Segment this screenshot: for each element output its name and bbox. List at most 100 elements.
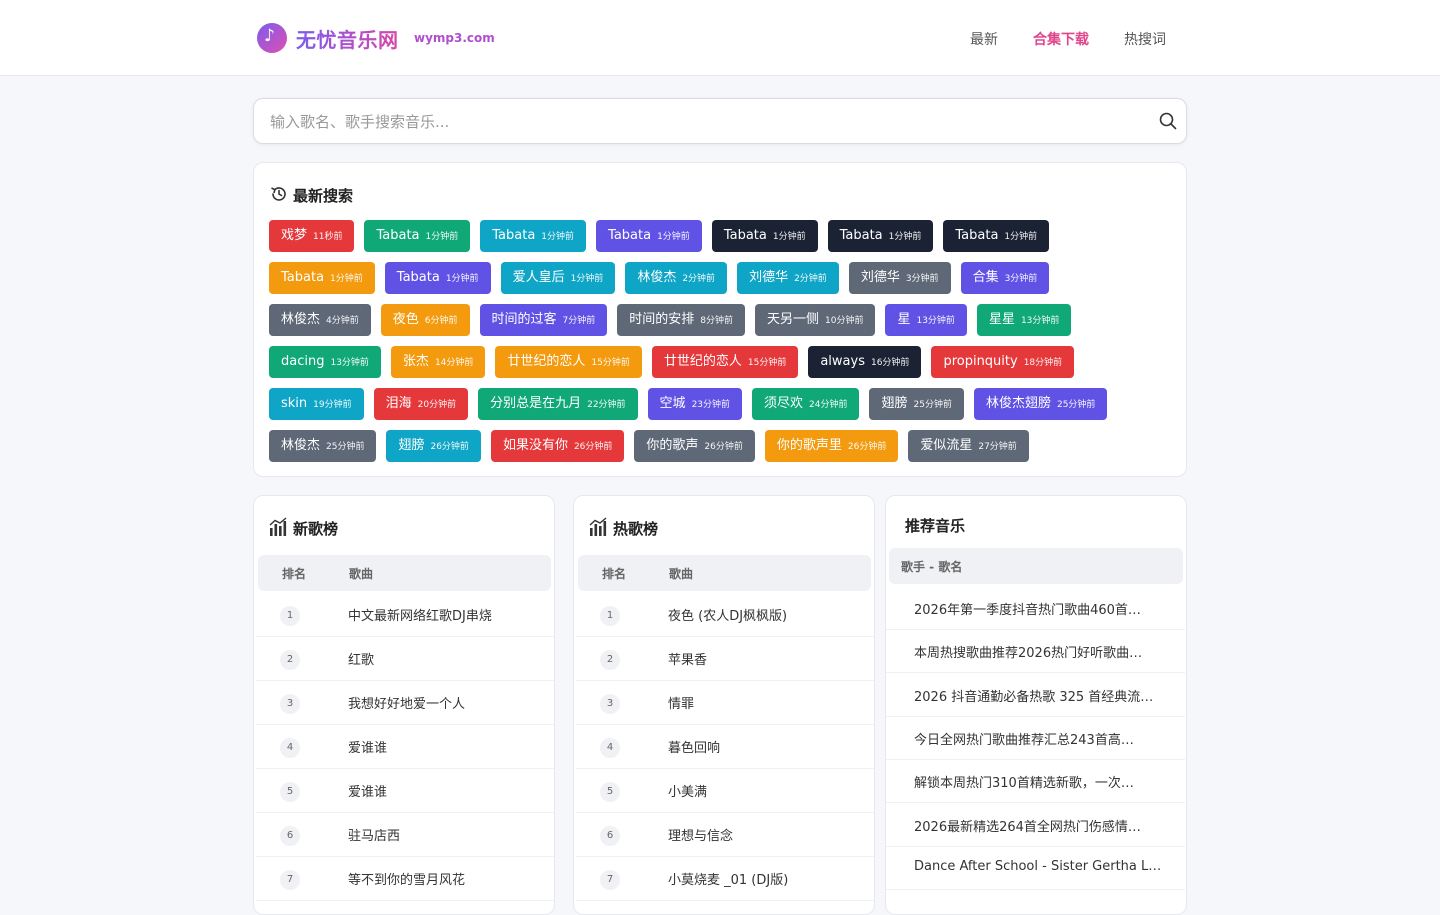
search-tag[interactable]: 张杰 14分钟前 <box>390 346 486 378</box>
tag-row: dacing 13分钟前 张杰 14分钟前 廿世纪的恋人 15分钟前 廿世纪的恋人 15分钟前… <box>269 346 1169 378</box>
search-tag[interactable]: 林俊杰 4分钟前 <box>269 304 371 336</box>
song-title[interactable]: 等不到你的雪月风花 <box>348 869 465 888</box>
chart-row[interactable]: 4 暮色回响 <box>576 725 874 769</box>
recommend-item-title[interactable]: 2026年第一季度抖音热门歌曲460首… <box>914 599 1162 618</box>
search-tag[interactable]: 林俊杰翅膀 25分钟前 <box>973 388 1108 420</box>
song-title[interactable]: 小美满 <box>668 781 707 800</box>
search-tag[interactable]: always 16分钟前 <box>808 346 922 378</box>
chart-row[interactable]: 1 夜色 (农人DJ枫枫版) <box>576 593 874 637</box>
recommend-item-title[interactable]: 本周热搜歌曲推荐2026热门好听歌曲… <box>914 642 1162 661</box>
song-title[interactable]: 理想与信念 <box>668 825 733 844</box>
recommend-item-title[interactable]: 解锁本周热门310首精选新歌，一次… <box>914 772 1162 791</box>
col-rank: 排名 <box>282 567 307 581</box>
search-tag[interactable]: 廿世纪的恋人 15分钟前 <box>651 346 799 378</box>
recommend-item[interactable]: 解锁本周热门310首精选新歌，一次… <box>886 760 1185 804</box>
recommend-item[interactable]: 今日全网热门歌曲推荐汇总243首高… <box>886 717 1185 760</box>
search-tag[interactable]: 如果没有你 26分钟前 <box>490 430 625 462</box>
search-tag[interactable]: Tabata 1分钟前 <box>596 220 702 252</box>
recommend-item[interactable]: 2026最新精选264首全网热门伤感情… <box>886 804 1185 847</box>
chart-row[interactable]: 6 驻马店西 <box>256 813 554 857</box>
search-tag-time: 8分钟前 <box>700 316 733 326</box>
chart-row[interactable]: 2 红歌 <box>256 637 554 681</box>
tag-row: 林俊杰 25分钟前 翅膀 26分钟前 如果没有你 26分钟前 你的歌声 26分钟前 你的歌声里 2… <box>269 430 1169 462</box>
search-tag-time: 26分钟前 <box>430 442 469 452</box>
search-tag[interactable]: 你的歌声里 26分钟前 <box>764 430 899 462</box>
search-tag[interactable]: 翅膀 25分钟前 <box>869 388 964 420</box>
search-tag-text: Tabata <box>723 228 767 243</box>
search-tag-text: Tabata <box>396 270 440 285</box>
search-tag[interactable]: Tabata 1分钟前 <box>384 262 491 294</box>
search-tag[interactable]: 时间的安排 8分钟前 <box>617 304 745 336</box>
search-tag[interactable]: 刘德华 3分钟前 <box>848 262 951 294</box>
song-title[interactable]: 我想好好地爱一个人 <box>348 693 465 712</box>
search-tag[interactable]: 分别总是在九月 22分钟前 <box>478 388 638 420</box>
song-title[interactable]: 情罪 <box>668 693 694 712</box>
song-title[interactable]: 红歌 <box>348 649 374 668</box>
site-name[interactable]: 无忧音乐网 <box>296 24 399 53</box>
chart-row[interactable]: 7 小莫烧麦 _01 (DJ版) <box>576 857 874 901</box>
music-note-icon[interactable]: ♪ <box>257 23 287 53</box>
song-title[interactable]: 暮色回响 <box>668 737 720 756</box>
search-tag[interactable]: 夜色 6分钟前 <box>380 304 470 336</box>
chart-row[interactable]: 5 爱谁谁 <box>256 769 554 813</box>
search-tag-text: dacing <box>281 354 325 369</box>
search-tag[interactable]: Tabata 1分钟前 <box>364 220 471 252</box>
search-tag[interactable]: 林俊杰 2分钟前 <box>625 262 728 294</box>
chart-row[interactable]: 5 小美满 <box>576 769 874 813</box>
search-tag[interactable]: 星星 13分钟前 <box>976 304 1072 336</box>
search-tag[interactable]: 翅膀 26分钟前 <box>386 430 481 462</box>
search-tag[interactable]: 你的歌声 26分钟前 <box>634 430 755 462</box>
search-tag-text: 刘德华 <box>749 270 789 285</box>
search-tag[interactable]: propinquity 18分钟前 <box>931 346 1075 378</box>
search-tag[interactable]: 天另一侧 10分钟前 <box>755 304 876 336</box>
nav-hot-search[interactable]: 热搜词 <box>1124 29 1166 49</box>
search-tag[interactable]: Tabata 1分钟前 <box>827 220 934 252</box>
recommend-item[interactable]: 本周热搜歌曲推荐2026热门好听歌曲… <box>886 630 1185 674</box>
search-tag[interactable]: 爱人皇后 1分钟前 <box>500 262 616 294</box>
search-tag[interactable]: skin 19分钟前 <box>269 388 364 420</box>
search-icon[interactable] <box>1158 111 1178 131</box>
song-title[interactable]: 夜色 (农人DJ枫枫版) <box>668 605 787 624</box>
search-tag[interactable]: 泪海 20分钟前 <box>373 388 469 420</box>
song-title[interactable]: 爱谁谁 <box>348 737 387 756</box>
song-title[interactable]: 爱谁谁 <box>348 781 387 800</box>
song-title[interactable]: 小莫烧麦 _01 (DJ版) <box>668 869 788 888</box>
search-tag-text: 须尽欢 <box>764 396 804 411</box>
recommend-item[interactable]: 2026年第一季度抖音热门歌曲460首… <box>886 587 1185 630</box>
search-tag[interactable]: 须尽欢 24分钟前 <box>752 388 860 420</box>
song-title[interactable]: 苹果香 <box>668 649 707 668</box>
song-title[interactable]: 驻马店西 <box>348 825 400 844</box>
recommend-item[interactable]: Dance After School - Sister Gertha L… <box>886 847 1185 890</box>
song-title[interactable]: 中文最新网络红歌DJ串烧 <box>348 605 492 624</box>
search-tag[interactable]: Tabata 1分钟前 <box>943 220 1050 252</box>
search-tag[interactable]: Tabata 1分钟前 <box>480 220 587 252</box>
nav-collection-download[interactable]: 合集下载 <box>1033 29 1089 49</box>
chart-row[interactable]: 7 等不到你的雪月风花 <box>256 857 554 901</box>
nav-latest[interactable]: 最新 <box>970 29 998 49</box>
search-input[interactable] <box>270 111 1130 133</box>
search-tag[interactable]: 星 13分钟前 <box>885 304 967 336</box>
chart-row[interactable]: 3 情罪 <box>576 681 874 725</box>
chart-row[interactable]: 6 理想与信念 <box>576 813 874 857</box>
search-tag[interactable]: 刘德华 2分钟前 <box>737 262 839 294</box>
search-tag[interactable]: 合集 3分钟前 <box>960 262 1050 294</box>
recommend-item-title[interactable]: 2026 抖音通勤必备热歌 325 首经典流… <box>914 686 1162 705</box>
search-tag[interactable]: 空城 23分钟前 <box>647 388 743 420</box>
chart-row[interactable]: 1 中文最新网络红歌DJ串烧 <box>256 593 554 637</box>
chart-row[interactable]: 4 爱谁谁 <box>256 725 554 769</box>
chart-row[interactable]: 2 苹果香 <box>576 637 874 681</box>
search-tag[interactable]: 廿世纪的恋人 15分钟前 <box>495 346 642 378</box>
chart-row[interactable]: 3 我想好好地爱一个人 <box>256 681 554 725</box>
search-tag[interactable]: Tabata 1分钟前 <box>711 220 818 252</box>
search-tag[interactable]: dacing 13分钟前 <box>269 346 381 378</box>
search-tag[interactable]: 林俊杰 25分钟前 <box>269 430 377 462</box>
recommend-item-title[interactable]: 2026最新精选264首全网热门伤感情… <box>914 816 1162 835</box>
search-tag[interactable]: 戏梦 11秒前 <box>269 220 355 252</box>
search-tag[interactable]: 爱似流星 27分钟前 <box>908 430 1029 462</box>
recommend-item-title[interactable]: 今日全网热门歌曲推荐汇总243首高… <box>914 729 1162 748</box>
recommend-item-title[interactable]: Dance After School - Sister Gertha L… <box>914 859 1162 874</box>
recommend-item[interactable]: 2026 抖音通勤必备热歌 325 首经典流… <box>886 674 1185 717</box>
search-tag[interactable]: Tabata 1分钟前 <box>269 262 375 294</box>
rank-badge: 5 <box>600 782 620 802</box>
search-tag[interactable]: 时间的过客 7分钟前 <box>479 304 608 336</box>
